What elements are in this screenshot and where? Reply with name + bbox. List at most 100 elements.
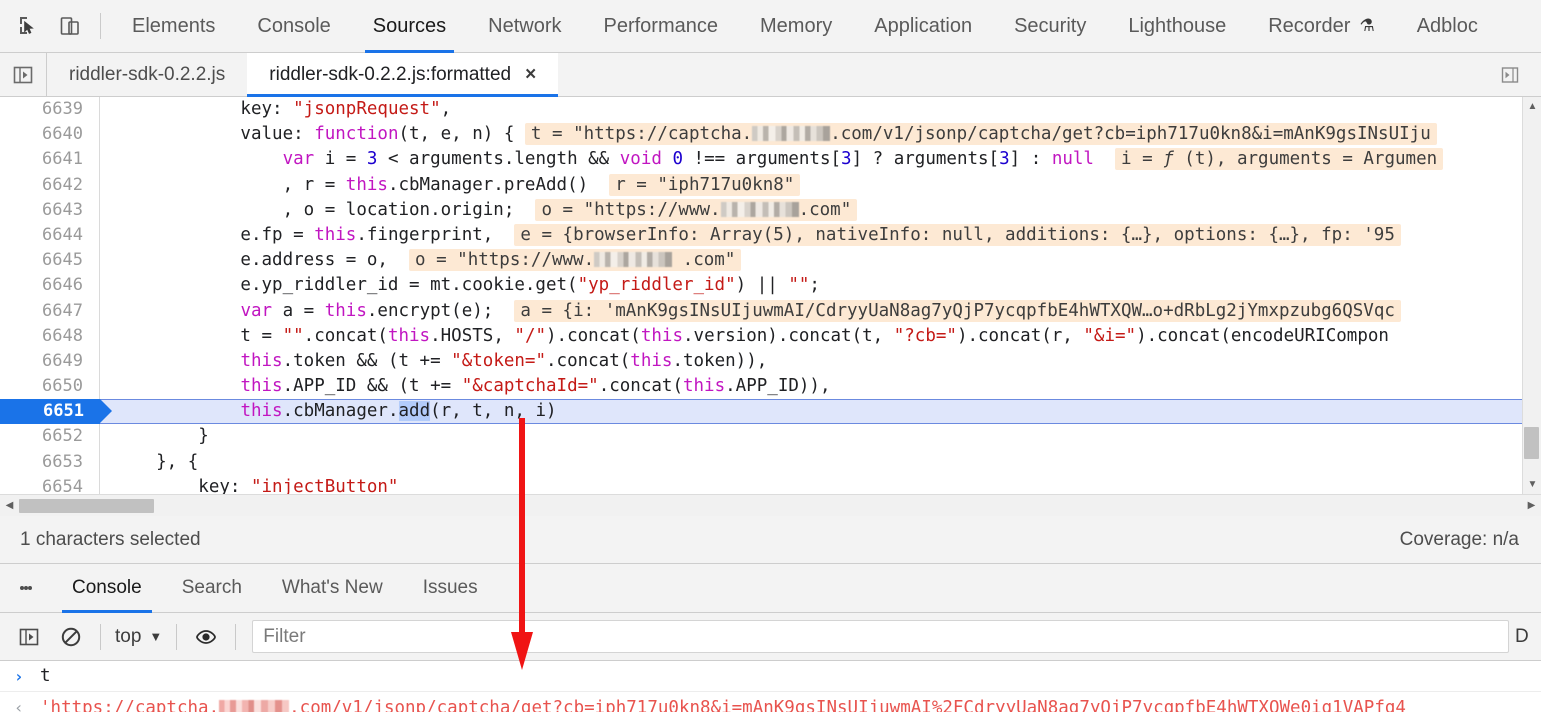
live-expression-icon[interactable] xyxy=(185,613,227,661)
line-number[interactable]: 6647 xyxy=(0,298,100,324)
line-number[interactable]: 6646 xyxy=(0,273,100,299)
code-line[interactable]: 6644 e.fp = this.fingerprint, e = {brows… xyxy=(0,222,1541,249)
tab-recorder[interactable]: Recorder ⚗ xyxy=(1247,0,1396,53)
console-filter-field[interactable] xyxy=(252,620,1509,653)
horizontal-scroll-thumb[interactable] xyxy=(19,499,154,513)
code-line-content[interactable]: key: "jsonpRequest", xyxy=(100,97,1541,122)
tab-performance[interactable]: Performance xyxy=(583,0,740,53)
scroll-left-arrow-icon[interactable]: ◀ xyxy=(0,500,19,511)
code-line[interactable]: 6647 var a = this.encrypt(e); a = {i: 'm… xyxy=(0,298,1541,324)
code-line-content[interactable]: this.APP_ID && (t += "&captchaId=".conca… xyxy=(100,374,1541,399)
code-line[interactable]: 6651 this.cbManager.add(r, t, n, i) xyxy=(0,399,1541,425)
code-line-content[interactable]: }, { xyxy=(100,450,1541,475)
line-number[interactable]: 6642 xyxy=(0,172,100,198)
inspect-cursor-icon[interactable] xyxy=(10,8,46,44)
code-token: (r, t, n, i) xyxy=(430,401,557,422)
code-line[interactable]: 6648 t = "".concat(this.HOSTS, "/").conc… xyxy=(0,323,1541,349)
code-line[interactable]: 6649 this.token && (t += "&token=".conca… xyxy=(0,348,1541,375)
code-token: i = xyxy=(314,149,367,170)
vertical-scroll-thumb[interactable] xyxy=(1524,427,1539,459)
code-line-content[interactable]: value: function(t, e, n) { t = "https://… xyxy=(100,122,1541,147)
code-line[interactable]: 6642 , r = this.cbManager.preAdd() r = "… xyxy=(0,172,1541,198)
code-line[interactable]: 6654 key: "injectButton" xyxy=(0,474,1541,494)
tab-elements[interactable]: Elements xyxy=(111,0,236,53)
tab-adblock[interactable]: Adbloc xyxy=(1396,0,1499,53)
editor-vertical-scrollbar[interactable]: ▲ ▼ xyxy=(1522,97,1541,494)
line-number[interactable]: 6651 xyxy=(0,399,112,425)
console-sidebar-icon[interactable] xyxy=(8,613,50,661)
editor-horizontal-scrollbar[interactable]: ◀ ▶ xyxy=(0,494,1541,516)
line-number[interactable]: 6650 xyxy=(0,374,100,400)
console-context-selector[interactable]: top ▼ xyxy=(109,626,168,648)
code-line-content[interactable]: var i = 3 < arguments.length && void 0 !… xyxy=(100,147,1541,172)
experiment-flask-icon: ⚗ xyxy=(1359,16,1375,35)
code-line[interactable]: 6643 , o = location.origin; o = "https:/… xyxy=(0,197,1541,223)
code-line-content[interactable]: , r = this.cbManager.preAdd() r = "iph71… xyxy=(100,173,1541,198)
console-log-levels-selector[interactable]: D xyxy=(1515,626,1541,648)
code-line-content[interactable]: e.fp = this.fingerprint, e = {browserInf… xyxy=(100,223,1541,248)
code-line-content[interactable]: e.yp_riddler_id = mt.cookie.get("yp_ridd… xyxy=(100,273,1541,298)
line-number[interactable]: 6648 xyxy=(0,323,100,349)
output-chevron-icon: ‹ xyxy=(14,698,24,712)
source-code-editor[interactable]: 6639 key: "jsonpRequest", 6640 value: fun… xyxy=(0,97,1541,494)
show-navigator-icon[interactable] xyxy=(0,53,46,97)
line-number[interactable]: 6654 xyxy=(0,474,100,494)
scroll-down-arrow-icon[interactable]: ▼ xyxy=(1523,475,1541,494)
code-line[interactable]: 6652 } xyxy=(0,424,1541,450)
code-token: "" xyxy=(282,325,304,346)
line-number[interactable]: 6652 xyxy=(0,424,100,450)
line-number[interactable]: 6639 xyxy=(0,97,100,123)
tab-security[interactable]: Security xyxy=(993,0,1107,53)
show-debugger-icon[interactable] xyxy=(1487,53,1533,97)
scroll-up-arrow-icon[interactable]: ▲ xyxy=(1523,97,1541,116)
more-options-icon[interactable] xyxy=(0,564,52,613)
line-number[interactable]: 6653 xyxy=(0,449,100,475)
tab-lighthouse[interactable]: Lighthouse xyxy=(1107,0,1247,53)
code-line[interactable]: 6640 value: function(t, e, n) { t = "htt… xyxy=(0,122,1541,148)
filter-input[interactable] xyxy=(263,625,1498,648)
code-line-content[interactable]: this.cbManager.add(r, t, n, i) xyxy=(100,399,1541,425)
tab-network[interactable]: Network xyxy=(467,0,582,53)
code-line-content[interactable]: var a = this.encrypt(e); a = {i: 'mAnK9g… xyxy=(100,299,1541,324)
code-token: .version).concat(t, xyxy=(683,325,894,346)
code-token: , o = location.origin; xyxy=(114,199,536,220)
drawer-tab-search[interactable]: Search xyxy=(162,564,262,613)
file-tab-riddler-sdk[interactable]: riddler-sdk-0.2.2.js xyxy=(47,53,247,97)
drawer-tab-console[interactable]: Console xyxy=(52,564,162,613)
line-number[interactable]: 6645 xyxy=(0,248,100,274)
tab-memory[interactable]: Memory xyxy=(739,0,853,53)
code-line-content[interactable]: e.address = o, o = "https://www. .com" xyxy=(100,248,1541,273)
device-toolbar-icon[interactable] xyxy=(52,8,88,44)
console-input-row[interactable]: › t xyxy=(0,661,1541,692)
line-number[interactable]: 6649 xyxy=(0,348,100,375)
code-line[interactable]: 6646 e.yp_riddler_id = mt.cookie.get("yp… xyxy=(0,273,1541,299)
drawer-tab-whats-new[interactable]: What's New xyxy=(262,564,403,613)
code-line-content[interactable]: key: "injectButton" xyxy=(100,475,1541,494)
code-line[interactable]: 6639 key: "jsonpRequest", xyxy=(0,97,1541,123)
drawer-tab-issues[interactable]: Issues xyxy=(403,564,498,613)
line-number[interactable]: 6643 xyxy=(0,197,100,223)
clear-console-icon[interactable] xyxy=(50,613,92,661)
code-line-content[interactable]: } xyxy=(100,424,1541,449)
line-number[interactable]: 6644 xyxy=(0,222,100,249)
console-message-list: › t ‹'https://captcha. .com/v1/jsonp/captch… xyxy=(0,661,1541,712)
close-icon[interactable]: × xyxy=(525,64,536,86)
code-line[interactable]: 6641 var i = 3 < arguments.length && voi… xyxy=(0,147,1541,173)
tab-console[interactable]: Console xyxy=(236,0,351,53)
code-line-content[interactable]: this.token && (t += "&token=".concat(thi… xyxy=(100,349,1541,374)
tab-sources[interactable]: Sources xyxy=(352,0,467,53)
console-output-row[interactable]: ‹ 'https://captcha. .com/v1/jsonp/captcha/… xyxy=(0,692,1541,712)
code-line[interactable]: 6650 this.APP_ID && (t += "&captchaId=".… xyxy=(0,374,1541,400)
code-line-content[interactable]: , o = location.origin; o = "https://www.… xyxy=(100,198,1541,223)
code-line[interactable]: 6653 }, { xyxy=(0,449,1541,475)
file-tab-riddler-sdk-formatted[interactable]: riddler-sdk-0.2.2.js:formatted × xyxy=(247,52,559,97)
line-number[interactable]: 6641 xyxy=(0,147,100,173)
line-number[interactable]: 6640 xyxy=(0,122,100,148)
input-chevron-icon: › xyxy=(14,666,24,686)
code-line[interactable]: 6645 e.address = o, o = "https://www. .c… xyxy=(0,248,1541,274)
scroll-right-arrow-icon[interactable]: ▶ xyxy=(1522,500,1541,511)
code-line-content[interactable]: t = "".concat(this.HOSTS, "/").concat(th… xyxy=(100,324,1541,349)
tab-application[interactable]: Application xyxy=(853,0,993,53)
